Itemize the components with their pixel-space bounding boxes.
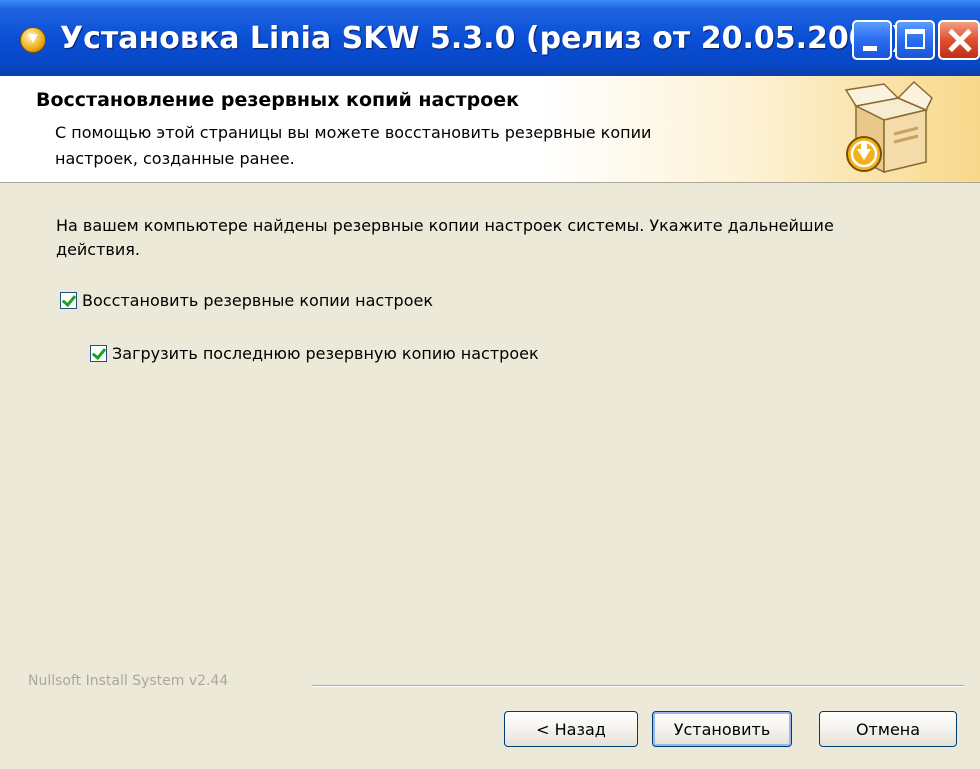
restore-backups-checkbox[interactable] [60, 291, 77, 309]
load-latest-backup-option[interactable]: Загрузить последнюю резервную копию наст… [90, 344, 539, 363]
check-icon [61, 291, 77, 308]
intro-text: На вашем компьютере найдены резервные ко… [56, 216, 834, 259]
load-latest-backup-label: Загрузить последнюю резервную копию наст… [112, 344, 539, 363]
window-title: Установка Linia SKW 5.3.0 (релиз от 20.0… [60, 21, 905, 56]
content-area: На вашем компьютере найдены резервные ко… [0, 183, 980, 769]
installer-window: Установка Linia SKW 5.3.0 (релиз от 20.0… [0, 0, 980, 769]
box-download-icon [844, 80, 933, 174]
nsis-branding: Nullsoft Install System v2.44 [28, 673, 229, 689]
page-title: Восстановление резервных копий настроек [36, 89, 520, 111]
close-button[interactable] [938, 20, 980, 60]
cancel-button[interactable]: Отмена [819, 711, 957, 747]
back-button[interactable]: < Назад [504, 711, 638, 747]
minimize-button[interactable] [852, 20, 892, 60]
load-latest-backup-checkbox[interactable] [90, 344, 107, 362]
page-description: С помощью этой страницы вы можете восста… [55, 123, 652, 168]
page-header: Восстановление резервных копий настроек … [0, 76, 980, 183]
restore-backups-option[interactable]: Восстановить резервные копии настроек [60, 291, 433, 310]
title-bar[interactable]: Установка Linia SKW 5.3.0 (релиз от 20.0… [0, 0, 980, 77]
maximize-button[interactable] [895, 20, 935, 60]
installer-icon [20, 27, 46, 53]
footer-divider [312, 685, 964, 687]
check-icon [91, 344, 107, 361]
install-button[interactable]: Установить [652, 711, 792, 747]
restore-backups-label: Восстановить резервные копии настроек [82, 291, 433, 310]
